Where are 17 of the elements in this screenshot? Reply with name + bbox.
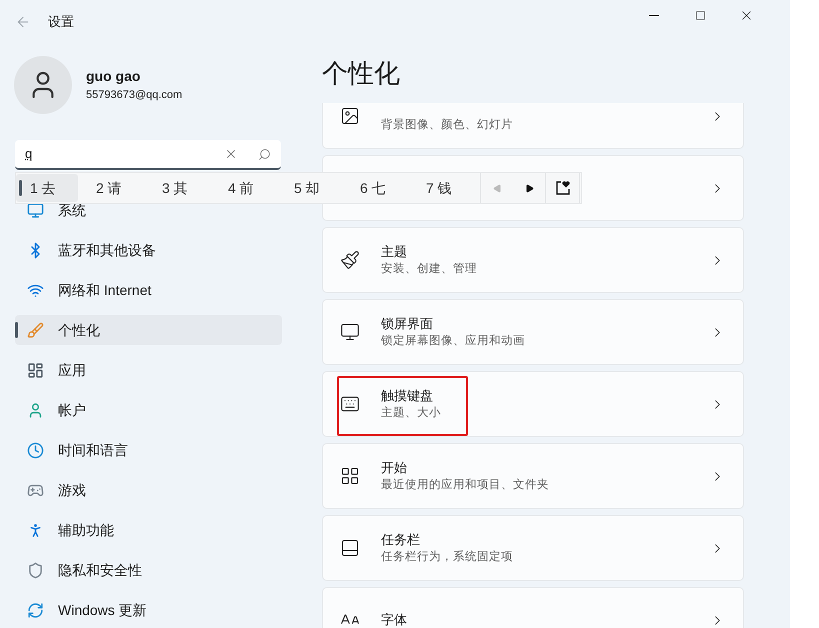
card-subtitle: 背景图像、颜色、幻灯片 bbox=[381, 118, 514, 133]
profile-name: guo gao bbox=[86, 67, 142, 86]
card-title: 主题 bbox=[381, 243, 408, 261]
card-subtitle: 锁定屏幕图像、应用和动画 bbox=[381, 334, 526, 349]
card-title: 触摸键盘 bbox=[381, 387, 434, 405]
search-input-text: q bbox=[25, 145, 34, 164]
card-subtitle: 安装、创建、管理 bbox=[381, 262, 478, 277]
window-title: 设置 bbox=[48, 13, 74, 32]
card-title: 锁屏界面 bbox=[381, 315, 434, 333]
card-subtitle: 任务栏行为，系统固定项 bbox=[381, 549, 514, 565]
card-title: 任务栏 bbox=[381, 531, 421, 549]
card-subtitle: 主题、大小 bbox=[381, 405, 442, 421]
card-title: 开始 bbox=[381, 459, 408, 477]
card-subtitle: 最近使用的应用和项目、文件夹 bbox=[381, 478, 550, 493]
profile-email: 55793673@qq.com bbox=[86, 88, 182, 104]
page-title: 个性化 bbox=[322, 57, 401, 90]
card-title: 字体 bbox=[381, 611, 408, 628]
